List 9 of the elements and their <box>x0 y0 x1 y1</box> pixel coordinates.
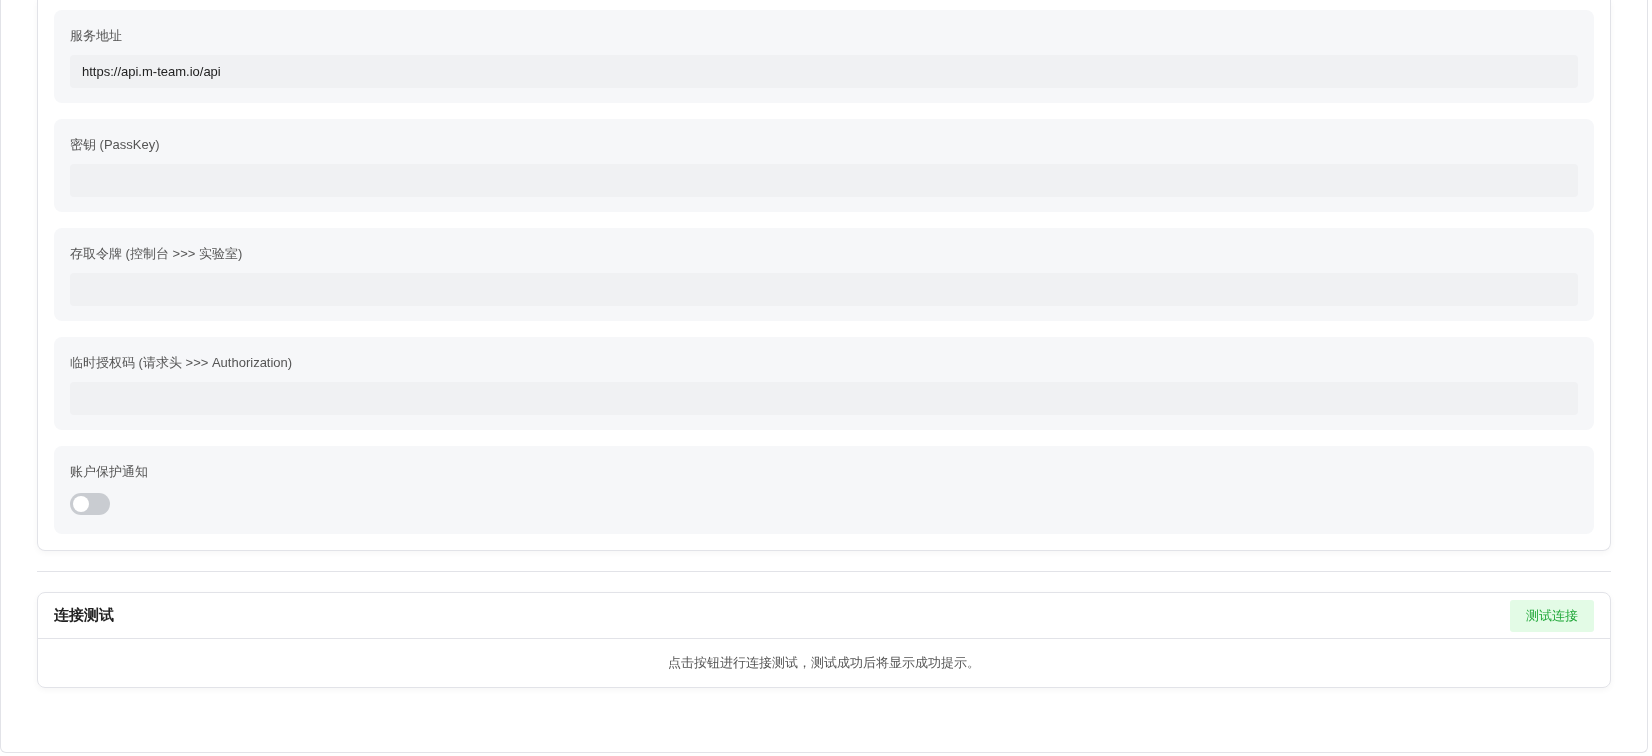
field-label: 服务地址 <box>70 27 123 45</box>
field-label: 账户保护通知 <box>70 463 149 481</box>
card-title: 连接测试 <box>54 606 114 625</box>
field-label: 存取令牌 (控制台 >>> 实验室) <box>70 245 244 263</box>
toggle-switch[interactable] <box>70 493 110 515</box>
input-field[interactable]: https://api.m-team.io/api <box>70 55 1578 88</box>
field-label: 密钥 (PassKey) <box>70 136 161 154</box>
field-label: 临时授权码 (请求头 >>> Authorization) <box>70 354 294 372</box>
hint-text: 点击按钮进行连接测试，测试成功后将显示成功提示。 <box>667 654 981 672</box>
